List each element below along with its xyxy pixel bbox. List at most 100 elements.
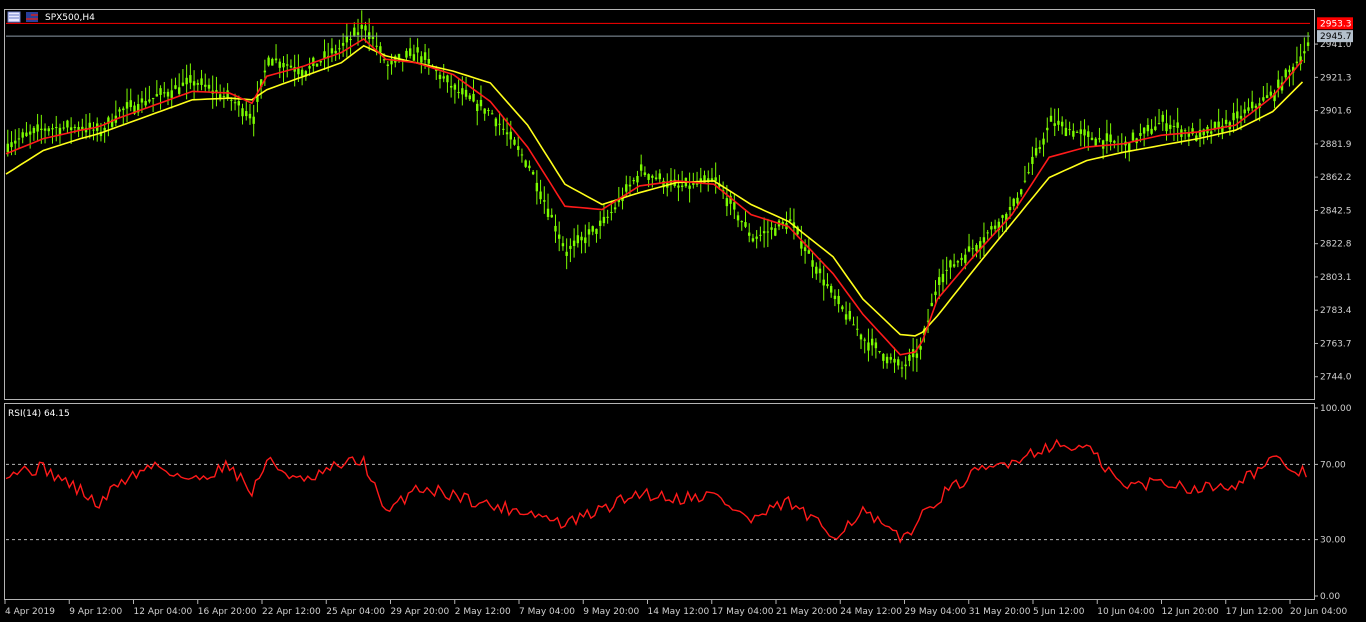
candle-body — [51, 128, 54, 130]
candle-body — [17, 138, 21, 140]
candle-body — [1172, 126, 1176, 128]
candle-body — [14, 140, 17, 144]
candle-body — [103, 127, 106, 131]
candle-body — [25, 132, 28, 137]
candle-body — [580, 236, 583, 241]
candle-body — [1277, 79, 1280, 88]
candle-body — [267, 57, 270, 66]
candle-body — [550, 214, 553, 218]
candle-body — [893, 358, 896, 363]
candle-body — [245, 111, 248, 117]
candle-body — [1243, 109, 1246, 114]
candle-body — [870, 338, 874, 346]
flag-icon[interactable] — [26, 12, 38, 22]
candle-body — [1090, 137, 1094, 140]
candle-body — [237, 101, 240, 106]
candle-body — [233, 102, 237, 104]
candle-body — [1053, 123, 1056, 126]
candle-body — [241, 108, 244, 117]
candle-body — [32, 127, 36, 134]
candle-body — [192, 81, 196, 86]
candle-body — [338, 48, 341, 50]
chart-canvas: 2941.02921.32901.62881.92862.22842.52822… — [0, 0, 1366, 622]
time-tick-label: 4 Apr 2019 — [5, 607, 55, 617]
candle-body — [606, 216, 609, 218]
candle-body — [762, 231, 766, 234]
chart-window-icon[interactable] — [7, 11, 21, 23]
candle-body — [1098, 138, 1101, 140]
candle-body — [658, 173, 661, 180]
candle-body — [934, 291, 937, 296]
candle-body — [841, 306, 844, 310]
candle-body — [1284, 69, 1287, 78]
candle-body — [625, 184, 628, 192]
candle-body — [1217, 121, 1220, 128]
candle-body — [885, 356, 889, 364]
candle-body — [55, 127, 58, 129]
candle-body — [908, 354, 911, 361]
candle-body — [442, 76, 445, 79]
candle-body — [412, 54, 416, 61]
price-tick-label: 2842.5 — [1320, 206, 1352, 216]
candle-body — [565, 251, 568, 256]
candle-body — [677, 185, 680, 188]
candle-body — [1250, 101, 1254, 109]
time-tick-label: 29 May 04:00 — [905, 607, 967, 617]
candle-body — [21, 132, 24, 138]
candle-body — [789, 219, 792, 222]
candle-body — [1224, 119, 1228, 124]
candle-body — [498, 123, 501, 125]
candle-body — [807, 250, 811, 254]
candle-body — [837, 295, 840, 305]
candle-body — [159, 88, 162, 95]
price-tick-label: 2901.6 — [1320, 107, 1352, 117]
candle-body — [1262, 97, 1265, 101]
price-tick-label: 2862.2 — [1320, 173, 1352, 183]
candle-body — [856, 328, 859, 330]
candle-body — [271, 58, 274, 66]
candle-body — [379, 46, 382, 53]
candle-body — [196, 83, 200, 85]
candle-body — [941, 273, 945, 283]
candle-body — [591, 226, 594, 232]
candle-body — [420, 56, 423, 63]
candle-body — [982, 237, 986, 243]
candle-body — [174, 85, 177, 89]
candle-body — [367, 32, 371, 39]
candle-body — [297, 68, 300, 75]
candle-body — [1046, 127, 1049, 131]
candle-body — [897, 359, 900, 366]
candle-body — [569, 245, 572, 249]
candle-body — [226, 90, 229, 98]
candle-body — [1079, 129, 1083, 134]
candle-body — [949, 260, 952, 268]
candle-body — [744, 222, 747, 227]
candle-body — [956, 261, 960, 263]
candle-body — [1113, 140, 1116, 143]
rsi-tick-label: 70.00 — [1320, 460, 1346, 470]
candle-body — [1169, 124, 1172, 129]
candle-body — [248, 113, 252, 119]
candle-body — [829, 286, 833, 293]
candle-body — [289, 65, 293, 68]
candle-body — [207, 84, 211, 89]
candle-body — [177, 87, 181, 94]
candle-body — [66, 120, 69, 128]
candle-body — [483, 108, 486, 114]
candle-body — [1012, 198, 1015, 207]
time-tick-label: 7 May 04:00 — [519, 607, 575, 617]
candle-body — [826, 284, 829, 287]
rsi-tick-label: 30.00 — [1320, 536, 1346, 546]
candle-body — [759, 234, 762, 236]
candle-body — [360, 24, 363, 29]
rsi-tick-label: 100.00 — [1320, 404, 1352, 414]
candle-body — [487, 109, 490, 111]
candle-body — [975, 245, 978, 252]
candle-body — [900, 367, 904, 369]
candle-body — [494, 118, 498, 127]
candle-body — [554, 225, 557, 232]
candle-body — [751, 238, 755, 242]
candle-body — [416, 47, 419, 53]
candle-body — [632, 179, 635, 182]
candle-body — [1232, 112, 1235, 121]
